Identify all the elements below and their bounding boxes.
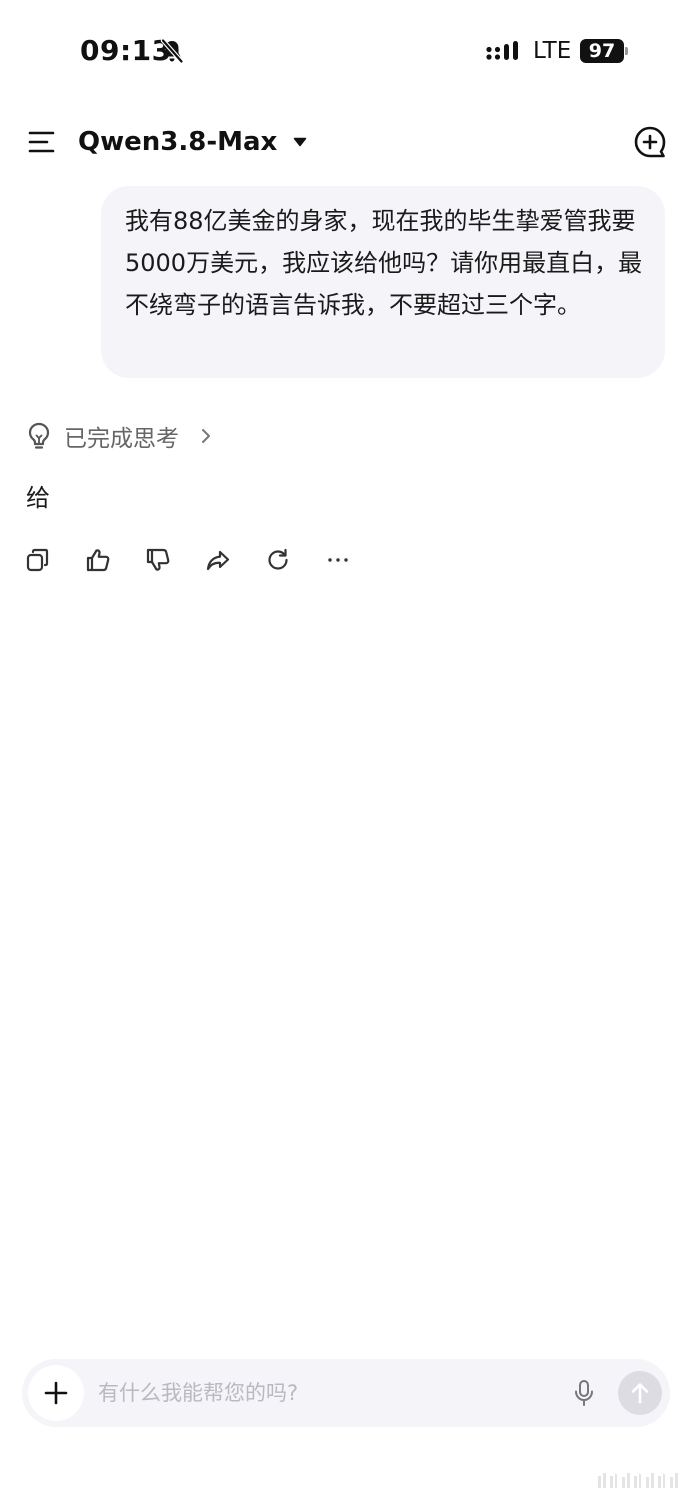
regenerate-button[interactable] xyxy=(258,540,298,580)
voice-input-button[interactable] xyxy=(568,1373,600,1413)
dislike-button[interactable] xyxy=(138,540,178,580)
thumbs-down-icon xyxy=(146,548,170,571)
user-message-bubble: 我有88亿美金的身家，现在我的毕生挚爱管我要5000万美元，我应该给他吗？请你用… xyxy=(101,186,665,378)
message-action-bar xyxy=(18,540,378,580)
new-chat-button[interactable] xyxy=(630,122,670,162)
send-button[interactable] xyxy=(618,1371,662,1415)
chevron-right-icon xyxy=(202,429,210,443)
assistant-answer: 给 xyxy=(26,484,50,512)
network-label: LTE xyxy=(533,38,572,64)
watermark-logo-icon xyxy=(598,1473,678,1488)
more-button[interactable] xyxy=(318,540,358,580)
battery-tip xyxy=(625,47,628,55)
more-icon xyxy=(328,558,348,562)
share-button[interactable] xyxy=(198,540,238,580)
model-selector[interactable]: Qwen3.8-Max xyxy=(78,124,307,160)
battery-level: 97 xyxy=(580,39,624,63)
send-arrow-icon xyxy=(631,1383,649,1404)
signal-icon xyxy=(486,41,518,60)
copy-button[interactable] xyxy=(18,540,58,580)
thinking-status-label: 已完成思考 xyxy=(64,426,179,452)
model-name: Qwen3.8-Max xyxy=(78,127,278,157)
app-header: Qwen3.8-Max xyxy=(0,110,690,174)
attach-button[interactable] xyxy=(28,1365,84,1421)
status-bar: 09:13 LTE 97 xyxy=(0,0,690,100)
thinking-status-toggle[interactable]: 已完成思考 xyxy=(26,418,211,454)
status-time: 09:13 xyxy=(80,34,172,67)
chevron-down-icon xyxy=(294,137,307,147)
lightbulb-icon xyxy=(28,422,50,449)
composer-bar xyxy=(22,1359,670,1427)
bell-slash-icon xyxy=(160,38,184,64)
microphone-icon xyxy=(575,1380,593,1406)
message-input[interactable] xyxy=(98,1369,558,1417)
new-chat-icon xyxy=(634,126,666,158)
battery-icon: 97 xyxy=(580,39,628,63)
like-button[interactable] xyxy=(78,540,118,580)
plus-icon xyxy=(44,1381,68,1405)
regenerate-icon xyxy=(268,548,288,570)
menu-button[interactable] xyxy=(22,124,62,160)
menu-icon xyxy=(28,131,55,153)
thumbs-up-icon xyxy=(86,549,110,572)
share-icon xyxy=(206,550,230,571)
copy-icon xyxy=(26,548,49,572)
